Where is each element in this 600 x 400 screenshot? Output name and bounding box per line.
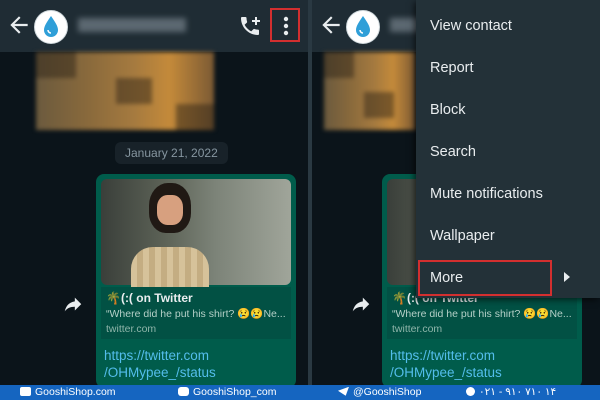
left-chat-screen: January 21, 2022 🌴(:( on Twitter “Where … — [0, 0, 308, 385]
url-text-line-1[interactable]: https://twitter.com — [390, 348, 495, 363]
call-add-icon[interactable] — [238, 14, 262, 38]
link-preview-domain: twitter.com — [106, 323, 157, 335]
footer-telegram-text: @GooshiShop — [353, 386, 422, 398]
footer-telegram: @GooshiShop — [338, 385, 421, 400]
footer-website-text: GooshiShop.com — [35, 386, 116, 398]
menu-item-search[interactable]: Search — [416, 131, 600, 173]
link-preview-image[interactable] — [101, 179, 291, 287]
link-preview-description: “Where did he put his shirt? 😢😢Ne... — [106, 308, 286, 320]
contact-avatar[interactable] — [346, 10, 380, 44]
contact-avatar[interactable] — [34, 10, 68, 44]
menu-item-mute-notifications[interactable]: Mute notifications — [416, 173, 600, 215]
arrow-back-icon[interactable] — [6, 12, 32, 38]
menu-item-view-contact[interactable]: View contact — [416, 5, 600, 47]
url-text-line-1[interactable]: https://twitter.com — [104, 348, 209, 363]
menu-item-block[interactable]: Block — [416, 89, 600, 131]
menu-button-highlight — [270, 8, 300, 42]
submenu-arrow-icon — [564, 272, 570, 282]
link-preview-title: 🌴(:( on Twitter — [106, 291, 193, 305]
footer-watermark-bar: GooshiShop.com GooshiShop_com @GooshiSho… — [0, 385, 600, 400]
date-separator: January 21, 2022 — [115, 142, 228, 164]
blurred-media-message[interactable] — [36, 52, 214, 130]
link-preview-description: “Where did he put his shirt? 😢😢Ne... — [392, 308, 572, 320]
forward-icon[interactable] — [62, 294, 84, 316]
footer-phone-text: ۰۲۱ - ۹۱۰ ۷۱۰ ۱۴ — [479, 386, 557, 398]
chat-app-bar — [0, 0, 308, 52]
menu-item-wallpaper[interactable]: Wallpaper — [416, 215, 600, 257]
link-preview-card[interactable]: 🌴(:( on Twitter “Where did he put his sh… — [101, 287, 291, 339]
more-item-highlight — [418, 260, 552, 296]
footer-phone: ۰۲۱ - ۹۱۰ ۷۱۰ ۱۴ — [466, 385, 556, 400]
telegram-icon — [338, 386, 349, 396]
user-icon — [466, 386, 475, 396]
monitor-icon — [20, 386, 31, 396]
water-drop-logo-icon — [356, 16, 370, 37]
footer-instagram-text: GooshiShop_com — [193, 386, 277, 398]
link-preview-domain: twitter.com — [392, 323, 443, 335]
arrow-back-icon[interactable] — [318, 12, 344, 38]
url-text-line-2[interactable]: /OHMypee_/status — [104, 365, 216, 380]
instagram-icon — [178, 386, 189, 396]
url-text-line-2[interactable]: /OHMypee_/status — [390, 365, 502, 380]
menu-item-report[interactable]: Report — [416, 47, 600, 89]
footer-website: GooshiShop.com — [20, 385, 116, 400]
water-drop-logo-icon — [44, 16, 58, 37]
footer-instagram: GooshiShop_com — [178, 385, 276, 400]
overflow-menu: View contact Report Block Search Mute no… — [416, 0, 600, 298]
contact-name-blurred[interactable] — [78, 18, 186, 32]
forward-icon[interactable] — [350, 294, 372, 316]
link-message-bubble[interactable]: 🌴(:( on Twitter “Where did he put his sh… — [96, 174, 296, 385]
blurred-media-message[interactable] — [324, 52, 416, 130]
